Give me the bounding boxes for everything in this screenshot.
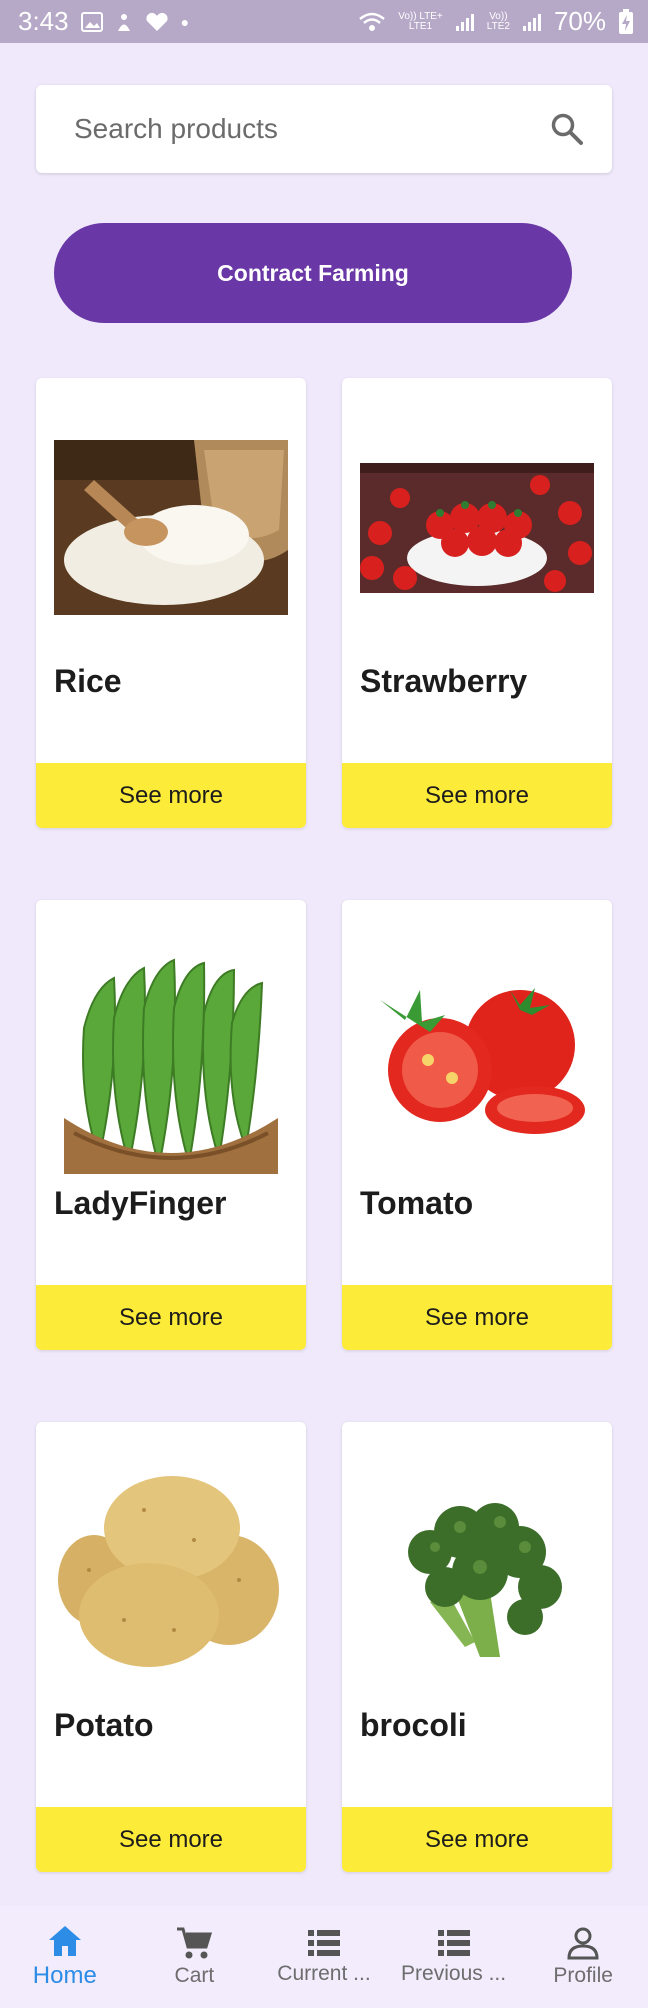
list-icon bbox=[307, 1930, 340, 1956]
strawberry-image bbox=[360, 440, 594, 615]
signal-icon bbox=[522, 13, 541, 31]
see-more-button[interactable]: See more bbox=[36, 763, 306, 828]
see-more-button[interactable]: See more bbox=[36, 1807, 306, 1872]
signal-icon bbox=[455, 13, 474, 31]
product-card-brocoli[interactable]: brocoli See more bbox=[342, 1422, 612, 1872]
see-more-button[interactable]: See more bbox=[342, 1285, 612, 1350]
product-card-tomato[interactable]: Tomato See more bbox=[342, 900, 612, 1350]
see-more-button[interactable]: See more bbox=[36, 1285, 306, 1350]
list-icon bbox=[437, 1930, 470, 1956]
heart-icon bbox=[146, 12, 168, 31]
nav-label: Current ... bbox=[277, 1962, 371, 1985]
brocoli-image bbox=[360, 1482, 594, 1672]
contract-farming-label: Contract Farming bbox=[217, 259, 409, 286]
product-name: LadyFinger bbox=[54, 1185, 227, 1221]
nav-cart[interactable]: Cart bbox=[134, 1926, 254, 1988]
dot-icon: ● bbox=[180, 13, 190, 30]
ladyfinger-image bbox=[54, 948, 288, 1174]
battery-percent: 70% bbox=[553, 6, 606, 36]
nav-label: Previous ... bbox=[401, 1962, 507, 1985]
contract-farming-button[interactable]: Contract Farming bbox=[54, 223, 572, 323]
cart-icon bbox=[177, 1927, 213, 1959]
rice-image bbox=[54, 440, 288, 615]
search-bar[interactable] bbox=[36, 85, 612, 173]
product-card-potato[interactable]: Potato See more bbox=[36, 1422, 306, 1872]
product-card-rice[interactable]: Rice See more bbox=[36, 378, 306, 828]
status-bar: 3:43 ● Vo)) LTE+ LTE1 Vo)) LTE2 70% bbox=[0, 0, 648, 43]
home-icon bbox=[48, 1926, 81, 1956]
product-name: Tomato bbox=[360, 1185, 474, 1221]
tomato-image bbox=[360, 960, 594, 1146]
search-input[interactable] bbox=[72, 112, 550, 146]
sim1-indicator: Vo)) LTE+ LTE1 bbox=[398, 10, 443, 32]
see-more-button[interactable]: See more bbox=[342, 1807, 612, 1872]
bottom-navigation: Home Cart Current ... Previous ... Profi… bbox=[0, 1906, 648, 2008]
nav-label: Home bbox=[32, 1962, 97, 1989]
nav-home[interactable]: Home bbox=[5, 1924, 125, 1990]
product-card-ladyfinger[interactable]: LadyFinger See more bbox=[36, 900, 306, 1350]
nav-label: Cart bbox=[174, 1964, 215, 1987]
nav-label: Profile bbox=[553, 1964, 613, 1987]
potato-image bbox=[54, 1470, 288, 1670]
search-icon[interactable] bbox=[550, 112, 584, 146]
product-name: brocoli bbox=[360, 1707, 467, 1743]
product-name: Potato bbox=[54, 1707, 154, 1743]
product-name: Rice bbox=[54, 663, 122, 699]
wifi-icon bbox=[359, 12, 386, 31]
nav-previous-orders[interactable]: Previous ... bbox=[394, 1928, 514, 1986]
battery-charging-icon bbox=[619, 8, 633, 34]
product-card-strawberry[interactable]: Strawberry See more bbox=[342, 378, 612, 828]
person-icon bbox=[567, 1927, 599, 1960]
see-more-button[interactable]: See more bbox=[342, 763, 612, 828]
nav-current-orders[interactable]: Current ... bbox=[264, 1928, 384, 1986]
gallery-icon bbox=[80, 11, 103, 32]
notification-icon bbox=[117, 13, 130, 31]
status-time: 3:43 bbox=[18, 6, 69, 36]
sim2-indicator: Vo)) LTE2 bbox=[486, 10, 510, 32]
nav-profile[interactable]: Profile bbox=[523, 1926, 643, 1988]
product-name: Strawberry bbox=[360, 663, 528, 699]
